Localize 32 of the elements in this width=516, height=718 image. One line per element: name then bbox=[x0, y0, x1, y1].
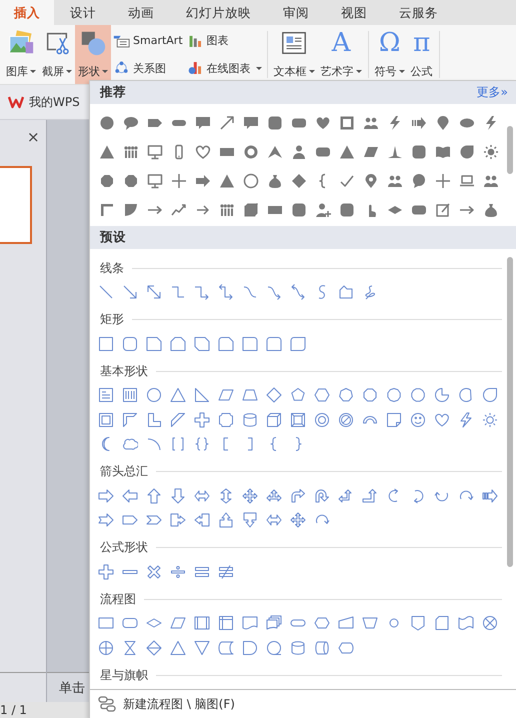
ribbon-button[interactable]: 图库 bbox=[3, 25, 39, 84]
ribbon-button[interactable]: 形状 bbox=[75, 25, 111, 84]
ribbon-tab[interactable]: 设计 bbox=[54, 0, 112, 25]
section-title: 推荐 bbox=[100, 84, 126, 101]
ribbon-button[interactable]: π 公式 bbox=[408, 25, 436, 84]
glyph-icon: A bbox=[332, 28, 351, 58]
ribbon-button[interactable]: SmartArt bbox=[111, 28, 185, 54]
ribbon-tab[interactable]: 动画 bbox=[112, 0, 170, 25]
document-tab[interactable]: 我的WPS bbox=[0, 94, 88, 110]
more-link[interactable]: 更多» bbox=[476, 84, 508, 101]
ribbon-tab[interactable]: 云服务 bbox=[383, 0, 454, 25]
section-title: 预设 bbox=[100, 229, 126, 246]
category-title: 基本形状 bbox=[100, 362, 148, 380]
category-title: 星与旗帜 bbox=[100, 666, 148, 684]
category-title: 矩形 bbox=[100, 311, 124, 328]
glyph-icon: Ω bbox=[378, 28, 400, 58]
ribbon-tab[interactable]: 幻灯片放映 bbox=[170, 0, 267, 25]
category-title: 流程图 bbox=[100, 590, 136, 608]
close-icon[interactable]: × bbox=[27, 130, 40, 145]
ribbon-button[interactable]: 图表 bbox=[184, 28, 264, 54]
category-title: 公式形状 bbox=[100, 539, 148, 556]
ribbon-tab[interactable]: 审阅 bbox=[267, 0, 325, 25]
ribbon-tab[interactable]: 插入 bbox=[0, 0, 54, 25]
glyph-icon: π bbox=[413, 28, 430, 58]
ribbon-button[interactable]: 关系图 bbox=[111, 55, 185, 82]
ribbon-tab[interactable]: 视图 bbox=[325, 0, 383, 25]
page-counter: 1 / 1 bbox=[0, 703, 27, 717]
new-flowchart-button[interactable]: 新建流程图 \ 脑图(F) bbox=[98, 696, 235, 712]
category-title: 线条 bbox=[100, 260, 124, 276]
ribbon-button[interactable]: 截屏 bbox=[39, 25, 75, 84]
notes-placeholder[interactable]: 单击 bbox=[59, 678, 85, 696]
category-title: 箭头总汇 bbox=[100, 463, 148, 480]
